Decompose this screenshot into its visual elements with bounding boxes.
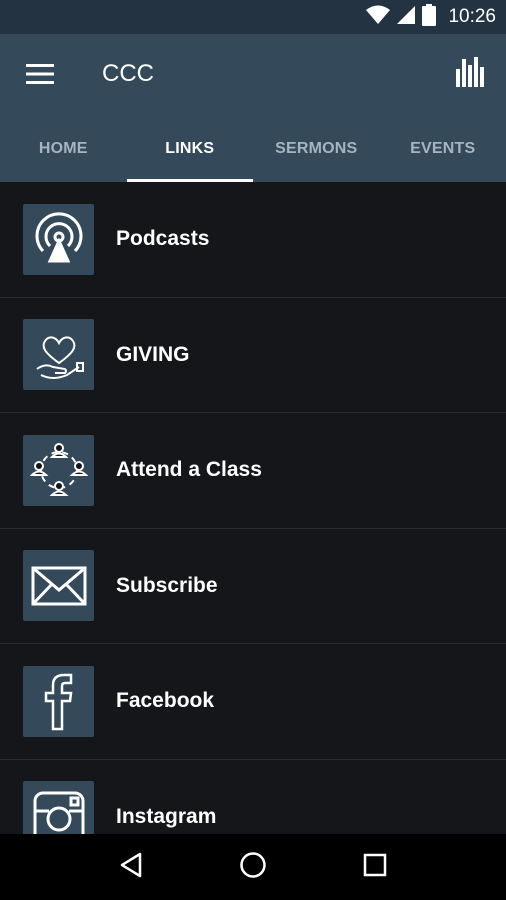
- system-nav-bar: [0, 834, 506, 900]
- tab-events[interactable]: EVENTS: [380, 116, 506, 182]
- home-button[interactable]: [225, 839, 281, 895]
- home-icon: [239, 851, 267, 884]
- links-list: Podcasts GIVING Attend a Class Subscribe…: [0, 182, 506, 834]
- facebook-icon: [23, 665, 94, 737]
- battery-icon: [422, 3, 437, 31]
- bar-chart-icon: [456, 56, 484, 92]
- list-item-giving[interactable]: GIVING: [0, 298, 506, 413]
- status-time: 10:26: [448, 6, 496, 27]
- tab-bar: HOME LINKS SERMONS EVENTS: [0, 116, 506, 182]
- tab-sermons[interactable]: SERMONS: [253, 116, 380, 182]
- list-item-label: Facebook: [116, 689, 215, 713]
- tab-links[interactable]: LINKS: [126, 116, 254, 182]
- list-item-subscribe[interactable]: Subscribe: [0, 529, 506, 644]
- envelope-icon: [23, 550, 94, 622]
- heart-hand-icon: [23, 319, 94, 391]
- recents-icon: [363, 853, 387, 882]
- status-bar: 10:26: [0, 0, 506, 34]
- app-title: CCC: [102, 60, 154, 87]
- wifi-icon: [366, 5, 391, 30]
- list-item-label: GIVING: [116, 342, 190, 366]
- hamburger-menu-icon: [26, 63, 54, 90]
- recents-button[interactable]: [347, 839, 403, 895]
- cell-signal-icon: [396, 5, 416, 30]
- list-item-podcasts[interactable]: Podcasts: [0, 182, 506, 298]
- list-item-label: Subscribe: [116, 573, 218, 597]
- chart-button[interactable]: [448, 52, 492, 96]
- instagram-icon: [23, 781, 94, 834]
- group-people-icon: [23, 434, 94, 506]
- menu-button[interactable]: [20, 56, 60, 96]
- list-item-instagram[interactable]: Instagram: [0, 760, 506, 834]
- podcast-icon: [23, 203, 94, 275]
- back-icon: [119, 852, 143, 883]
- list-item-attend-a-class[interactable]: Attend a Class: [0, 413, 506, 529]
- list-item-facebook[interactable]: Facebook: [0, 644, 506, 760]
- app-bar: CCC: [0, 34, 506, 116]
- tab-home[interactable]: HOME: [0, 116, 127, 182]
- status-icons: 10:26: [366, 0, 496, 34]
- back-button[interactable]: [103, 839, 159, 895]
- list-item-label: Attend a Class: [116, 458, 262, 482]
- list-item-label: Instagram: [116, 804, 217, 828]
- list-item-label: Podcasts: [116, 227, 210, 251]
